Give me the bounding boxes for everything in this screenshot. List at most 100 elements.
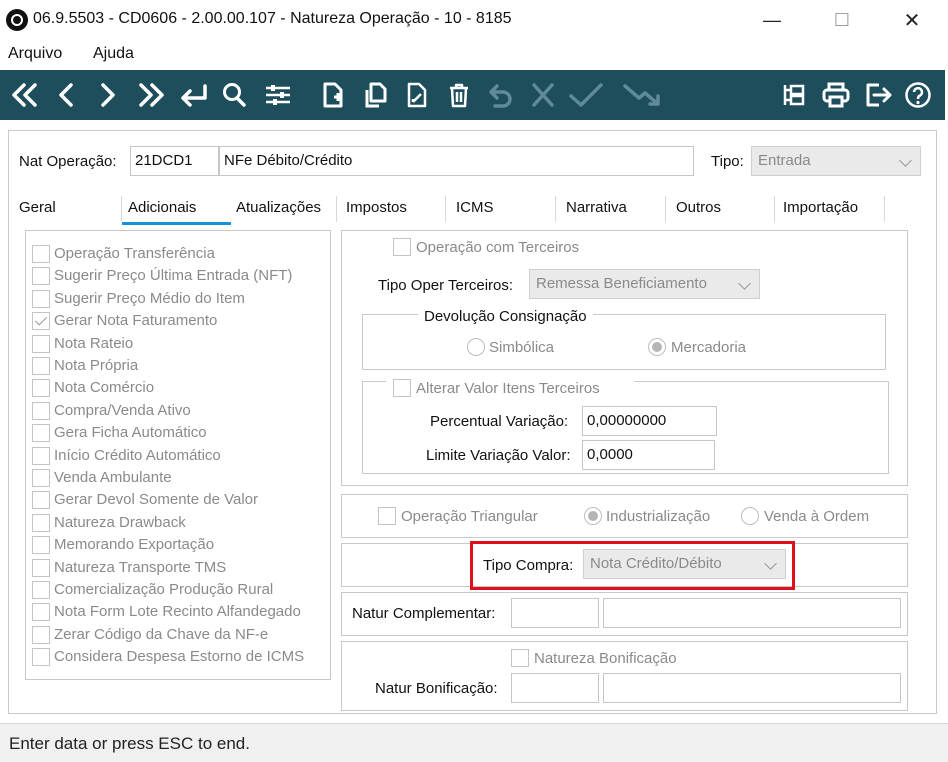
goto-icon[interactable] bbox=[175, 76, 211, 114]
mercadoria-radio[interactable] bbox=[648, 338, 666, 356]
tab-atualizacoes[interactable]: Atualizações bbox=[236, 199, 321, 225]
option-checkbox[interactable] bbox=[32, 290, 50, 308]
option-label: Venda Ambulante bbox=[54, 469, 172, 486]
option-checkbox[interactable] bbox=[32, 536, 50, 554]
option-checkbox[interactable] bbox=[32, 357, 50, 375]
exit-icon[interactable] bbox=[862, 76, 894, 114]
option-checkbox[interactable] bbox=[32, 267, 50, 285]
option-label: Natureza Drawback bbox=[54, 514, 186, 531]
app-logo-icon bbox=[6, 9, 28, 31]
search-icon[interactable] bbox=[220, 76, 248, 114]
nat-operacao-label: Nat Operação: bbox=[19, 153, 117, 170]
natur-bonificacao-code-field[interactable] bbox=[511, 673, 599, 703]
nat-operacao-desc-field[interactable]: NFe Débito/Crédito bbox=[219, 146, 694, 176]
natur-bonificacao-label: Natur Bonificação: bbox=[375, 680, 498, 697]
copy-icon[interactable] bbox=[360, 76, 390, 114]
option-checkbox[interactable] bbox=[32, 626, 50, 644]
status-bar: Enter data or press ESC to end. bbox=[0, 723, 948, 762]
next-icon[interactable] bbox=[94, 76, 122, 114]
simbolica-radio[interactable] bbox=[467, 338, 485, 356]
percentual-variacao-field[interactable]: 0,00000000 bbox=[582, 406, 717, 436]
tab-geral[interactable]: Geral bbox=[19, 199, 56, 225]
option-label: Gera Ficha Automático bbox=[54, 424, 207, 441]
option-label: Nota Rateio bbox=[54, 335, 134, 352]
minimize-button[interactable]: — bbox=[748, 0, 796, 40]
maximize-button[interactable]: ☐ bbox=[818, 0, 866, 40]
tab-separator bbox=[555, 196, 556, 222]
edit-doc-icon[interactable] bbox=[402, 76, 432, 114]
tab-separator bbox=[884, 196, 885, 222]
delete-icon[interactable] bbox=[444, 76, 474, 114]
option-checkbox[interactable] bbox=[32, 402, 50, 420]
natur-complementar-desc-field[interactable] bbox=[603, 598, 901, 628]
menu-ajuda[interactable]: Ajuda bbox=[93, 45, 134, 63]
tipo-select[interactable]: Entrada bbox=[751, 146, 921, 176]
industrializacao-label: Industrialização bbox=[606, 508, 711, 525]
op-triangular-checkbox[interactable] bbox=[378, 507, 396, 525]
op-terceiros-checkbox[interactable] bbox=[393, 238, 411, 256]
natureza-bonificacao-checkbox[interactable] bbox=[511, 649, 529, 667]
option-label: Nota Comércio bbox=[54, 379, 155, 396]
limite-variacao-field[interactable]: 0,0000 bbox=[582, 440, 715, 470]
tab-outros[interactable]: Outros bbox=[676, 199, 721, 225]
tab-impostos[interactable]: Impostos bbox=[346, 199, 407, 225]
undo-icon bbox=[486, 76, 516, 114]
prev-icon[interactable] bbox=[52, 76, 80, 114]
option-checkbox[interactable] bbox=[32, 312, 50, 330]
tab-importacao[interactable]: Importação bbox=[783, 199, 858, 225]
option-checkbox[interactable] bbox=[32, 514, 50, 532]
op-triangular-label: Operação Triangular bbox=[401, 508, 538, 525]
natur-complementar-code-field[interactable] bbox=[511, 598, 599, 628]
option-checkbox[interactable] bbox=[32, 603, 50, 621]
option-label: Considera Despesa Estorno de ICMS bbox=[54, 648, 305, 665]
option-label: Gerar Nota Faturamento bbox=[54, 312, 218, 329]
option-checkbox[interactable] bbox=[32, 559, 50, 577]
chevron-down-icon bbox=[899, 154, 912, 167]
print-icon[interactable] bbox=[820, 76, 852, 114]
title-bar: 06.9.5503 - CD0606 - 2.00.00.107 - Natur… bbox=[0, 0, 948, 40]
last-icon[interactable] bbox=[134, 76, 168, 114]
option-label: Gerar Devol Somente de Valor bbox=[54, 491, 258, 508]
tab-narrativa[interactable]: Narrativa bbox=[566, 199, 627, 225]
option-checkbox[interactable] bbox=[32, 335, 50, 353]
close-button[interactable]: ✕ bbox=[888, 0, 936, 40]
natureza-bonificacao-label: Natureza Bonificação bbox=[534, 650, 677, 667]
option-checkbox[interactable] bbox=[32, 447, 50, 465]
option-label: Comercialização Produção Rural bbox=[54, 581, 274, 598]
option-label: Sugerir Preço Última Entrada (NFT) bbox=[54, 267, 293, 284]
first-icon[interactable] bbox=[8, 76, 42, 114]
option-label: Sugerir Preço Médio do Item bbox=[54, 290, 245, 307]
devolucao-title: Devolução Consignação bbox=[418, 308, 593, 325]
option-checkbox[interactable] bbox=[32, 648, 50, 666]
alterar-valor-checkbox[interactable] bbox=[393, 379, 411, 397]
simbolica-label: Simbólica bbox=[489, 339, 555, 356]
option-checkbox[interactable] bbox=[32, 245, 50, 263]
option-checkbox[interactable] bbox=[32, 581, 50, 599]
tab-icms[interactable]: ICMS bbox=[456, 199, 494, 225]
industrializacao-radio[interactable] bbox=[584, 507, 602, 525]
tab-separator bbox=[121, 196, 122, 222]
option-label: Compra/Venda Ativo bbox=[54, 402, 191, 419]
limite-variacao-label: Limite Variação Valor: bbox=[426, 447, 571, 464]
help-icon[interactable] bbox=[903, 76, 933, 114]
tipo-oper-terceiros-label: Tipo Oper Terceiros: bbox=[378, 277, 514, 294]
natur-bonificacao-desc-field[interactable] bbox=[603, 673, 901, 703]
venda-ordem-radio[interactable] bbox=[741, 507, 759, 525]
filter-settings-icon[interactable] bbox=[262, 76, 294, 114]
confirm-icon bbox=[566, 76, 606, 114]
menu-arquivo[interactable]: Arquivo bbox=[8, 45, 62, 63]
tree-icon[interactable] bbox=[778, 76, 808, 114]
tipo-select-value: Entrada bbox=[758, 152, 811, 169]
tab-separator bbox=[665, 196, 666, 222]
percentual-variacao-label: Percentual Variação: bbox=[430, 413, 569, 430]
toolbar bbox=[0, 70, 945, 120]
option-checkbox[interactable] bbox=[32, 469, 50, 487]
alterar-valor-label: Alterar Valor Itens Terceiros bbox=[416, 380, 600, 397]
option-checkbox[interactable] bbox=[32, 491, 50, 509]
chevron-down-icon bbox=[738, 277, 751, 290]
option-checkbox[interactable] bbox=[32, 424, 50, 442]
tipo-oper-terceiros-select[interactable]: Remessa Beneficiamento bbox=[529, 269, 760, 299]
option-checkbox[interactable] bbox=[32, 379, 50, 397]
new-doc-icon[interactable] bbox=[318, 76, 348, 114]
nat-operacao-code-field[interactable]: 21DCD1 bbox=[130, 146, 219, 176]
